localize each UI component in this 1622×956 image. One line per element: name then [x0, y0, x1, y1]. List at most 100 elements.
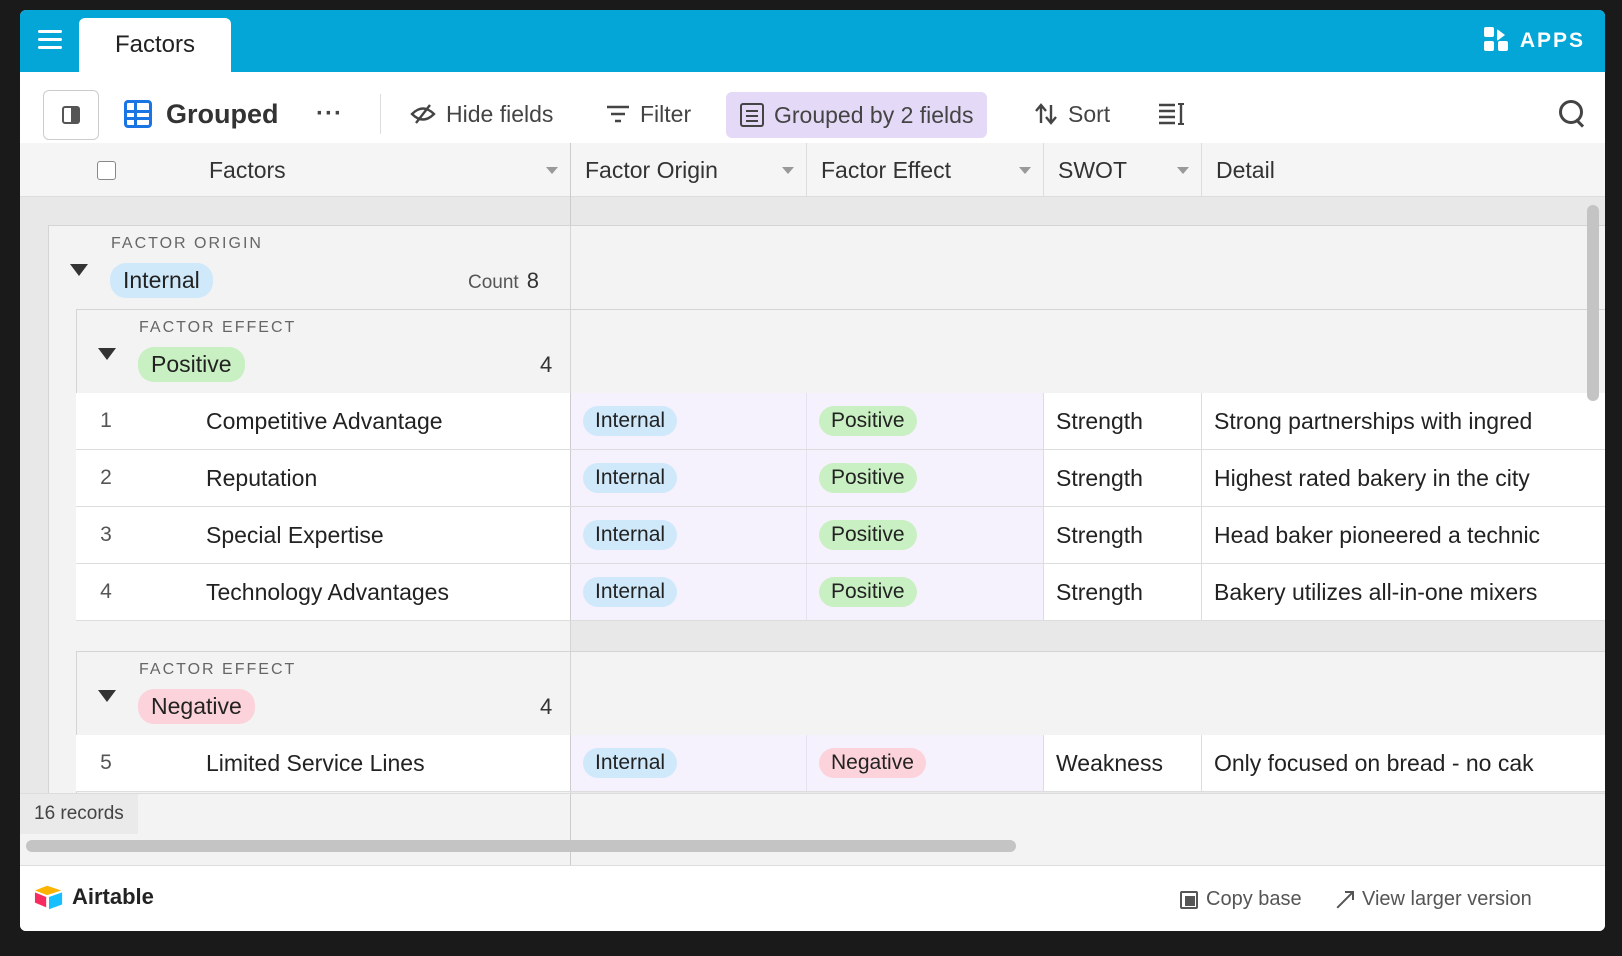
cell-factor[interactable]: Special Expertise [206, 507, 566, 563]
view-name: Grouped [166, 98, 279, 129]
count-number: 4 [540, 694, 553, 719]
row-number: 2 [100, 466, 112, 489]
top-bar: Factors APPS [20, 10, 1605, 72]
filter-label: Filter [640, 100, 692, 127]
cell-detail[interactable]: Bakery utilizes all-in-one mixers [1201, 564, 1605, 620]
collapse-group-icon[interactable] [98, 348, 116, 360]
view-larger-link[interactable]: View larger version [1336, 888, 1532, 911]
table-row[interactable]: 3 Special Expertise Internal Positive St… [76, 507, 1605, 564]
apps-icon [1483, 27, 1512, 55]
pill-internal: Internal [110, 263, 213, 298]
select-all-checkbox[interactable] [97, 161, 116, 180]
pill-positive: Positive [138, 347, 245, 382]
menu-icon[interactable] [38, 30, 62, 52]
column-header-label: Factor Origin [585, 156, 718, 183]
cell-factor-origin[interactable]: Internal [570, 564, 806, 620]
group-button[interactable]: Grouped by 2 fields [726, 92, 988, 138]
search-icon[interactable] [1559, 100, 1587, 128]
column-header-label: SWOT [1058, 156, 1127, 183]
column-menu-icon[interactable] [1177, 167, 1189, 174]
copy-base-link[interactable]: Copy base [1180, 888, 1302, 911]
group-header-spacer [571, 225, 1605, 309]
grid-body: FACTOR ORIGIN Internal Count 8 FACTOR EFF… [20, 197, 1605, 793]
cell-detail[interactable]: Strong partnerships with ingred [1201, 393, 1605, 449]
cell-detail[interactable]: Head baker pioneered a technic [1201, 507, 1605, 563]
cell-factor-effect[interactable]: Positive [806, 450, 1043, 506]
group-label: Grouped by 2 fields [774, 101, 974, 128]
group-icon [740, 103, 764, 127]
collapse-group-icon[interactable] [70, 264, 88, 276]
pill-positive: Positive [819, 577, 917, 607]
count-label: Count [468, 272, 519, 293]
pill-negative: Negative [138, 689, 255, 724]
pill-internal: Internal [583, 748, 678, 778]
group-header-spacer [571, 651, 1605, 735]
sort-icon [1035, 103, 1057, 125]
table-row[interactable]: 4 Technology Advantages Internal Positiv… [76, 564, 1605, 621]
cell-swot[interactable]: Strength [1043, 450, 1201, 506]
group-value-negative: Negative [138, 689, 255, 724]
table-row[interactable]: 2 Reputation Internal Positive Strength … [76, 450, 1605, 507]
apps-button[interactable]: APPS [1483, 26, 1585, 56]
cell-factor[interactable]: Competitive Advantage [206, 393, 566, 449]
row-height-icon [1159, 103, 1184, 125]
column-header-label: Factor Effect [821, 156, 951, 183]
cell-factor-origin[interactable]: Internal [570, 393, 806, 449]
hide-fields-label: Hide fields [446, 100, 554, 127]
table-tab-factors[interactable]: Factors [79, 18, 231, 72]
cell-factor-effect[interactable]: Positive [806, 507, 1043, 563]
row-number: 3 [100, 523, 112, 546]
group-value-internal: Internal [110, 263, 213, 298]
table-row[interactable]: 1 Competitive Advantage Internal Positiv… [76, 393, 1605, 450]
grid-header: Factors Factor Origin Factor Effect SWOT… [20, 143, 1605, 197]
pill-internal: Internal [583, 406, 678, 436]
cell-factor-effect[interactable]: Positive [806, 393, 1043, 449]
cell-factor-origin[interactable]: Internal [570, 735, 806, 791]
cell-detail[interactable]: Highest rated bakery in the city [1201, 450, 1605, 506]
cell-swot[interactable]: Strength [1043, 393, 1201, 449]
cell-factor-effect[interactable]: Negative [806, 735, 1043, 791]
pill-internal: Internal [583, 463, 678, 493]
table-row[interactable]: 5 Limited Service Lines Internal Negativ… [76, 735, 1605, 792]
cell-factor-origin[interactable]: Internal [570, 450, 806, 506]
count-number: 8 [526, 268, 539, 293]
grid-view-icon [124, 100, 152, 128]
column-header-swot[interactable]: SWOT [1044, 143, 1202, 197]
column-menu-icon[interactable] [1019, 167, 1031, 174]
sidebar-icon [62, 106, 80, 124]
pill-positive: Positive [819, 406, 917, 436]
cell-factor[interactable]: Limited Service Lines [206, 735, 566, 791]
column-menu-icon[interactable] [546, 167, 558, 174]
cell-factor[interactable]: Technology Advantages [206, 564, 566, 620]
cell-swot[interactable]: Weakness [1043, 735, 1201, 791]
pill-internal: Internal [583, 520, 678, 550]
pill-negative: Negative [819, 748, 926, 778]
view-larger-label: View larger version [1362, 888, 1532, 910]
cell-swot[interactable]: Strength [1043, 564, 1201, 620]
vertical-scrollbar[interactable] [1587, 205, 1599, 401]
column-header-factor-effect[interactable]: Factor Effect [807, 143, 1044, 197]
cell-swot[interactable]: Strength [1043, 507, 1201, 563]
cell-detail[interactable]: Only focused on bread - no cak [1201, 735, 1605, 791]
horizontal-scrollbar[interactable] [26, 840, 1016, 852]
cell-factor[interactable]: Reputation [206, 450, 566, 506]
embed-footer: Airtable Copy base View larger version [20, 865, 1605, 931]
copy-base-label: Copy base [1206, 888, 1302, 910]
sidebar-toggle-button[interactable] [43, 90, 99, 140]
pill-positive: Positive [819, 463, 917, 493]
column-header-factor-origin[interactable]: Factor Origin [571, 143, 807, 197]
cell-factor-effect[interactable]: Positive [806, 564, 1043, 620]
group-value-positive: Positive [138, 347, 245, 382]
toolbar-divider [380, 94, 381, 134]
pill-internal: Internal [583, 577, 678, 607]
count-number: 4 [540, 352, 553, 377]
column-header-factors[interactable]: Factors [195, 143, 571, 197]
row-number: 1 [100, 409, 112, 432]
collapse-group-icon[interactable] [98, 690, 116, 702]
column-menu-icon[interactable] [782, 167, 794, 174]
airtable-brand-link[interactable]: Airtable [34, 884, 154, 910]
frozen-column-divider [570, 794, 571, 866]
brand-name: Airtable [72, 884, 154, 909]
cell-factor-origin[interactable]: Internal [570, 507, 806, 563]
column-header-detail[interactable]: Detail [1202, 143, 1605, 197]
